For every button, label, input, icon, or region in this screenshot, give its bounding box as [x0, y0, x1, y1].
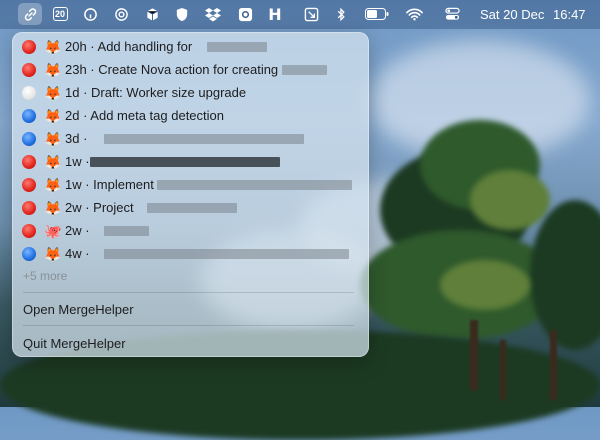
merge-request-item[interactable]: 🦊 2w · Project	[12, 197, 369, 219]
item-title: 1w · Implement	[65, 177, 154, 192]
redacted-text	[104, 249, 349, 259]
gear-icon[interactable]	[236, 5, 254, 23]
status-dot-blue	[22, 109, 36, 123]
link-icon[interactable]	[18, 3, 42, 25]
item-title: 2d · Add meta tag detection	[65, 108, 224, 123]
open-mergehelper-item[interactable]: Open MergeHelper	[23, 302, 134, 317]
redacted-text	[157, 180, 352, 190]
battery-icon[interactable]	[364, 5, 390, 23]
merge-request-item[interactable]: 🦊 4w ·	[12, 243, 369, 265]
shield-icon[interactable]	[173, 5, 191, 23]
menu-bar: 20 H Sat 20 Dec 16:47	[0, 0, 600, 29]
gitlab-fox-icon: 🦊	[44, 246, 62, 262]
more-items-label: +5 more	[23, 269, 68, 283]
item-title: 3d ·	[65, 131, 88, 146]
redacted-text	[90, 157, 280, 167]
openai-icon[interactable]	[112, 5, 130, 23]
merge-request-item[interactable]: 🦊 2d · Add meta tag detection	[12, 105, 369, 127]
gitlab-fox-icon: 🦊	[44, 131, 62, 147]
menu-separator	[23, 325, 354, 326]
gitlab-fox-icon: 🦊	[44, 200, 62, 216]
bluetooth-icon[interactable]	[332, 5, 350, 23]
menubar-time[interactable]: 16:47	[553, 7, 586, 22]
redacted-text	[147, 203, 237, 213]
item-title: 2w · Project	[65, 200, 134, 215]
calendar-day: 20	[52, 7, 68, 21]
status-dot-red	[22, 178, 36, 192]
calendar-icon[interactable]: 20	[51, 5, 69, 23]
finder-icon[interactable]	[81, 5, 99, 23]
merge-request-item[interactable]: 🦊 1d · Draft: Worker size upgrade	[12, 82, 369, 104]
arrow-icon[interactable]	[302, 5, 320, 23]
status-dot-red	[22, 201, 36, 215]
gitlab-fox-icon: 🦊	[44, 108, 62, 124]
dropbox-icon[interactable]	[204, 5, 222, 23]
gitlab-fox-icon: 🦊	[44, 177, 62, 193]
mergehelper-menu: 🦊 20h · Add handling for 🦊 23h · Create …	[12, 32, 369, 357]
gitlab-fox-icon: 🦊	[44, 85, 62, 101]
box-icon[interactable]	[143, 5, 161, 23]
redacted-text	[282, 65, 327, 75]
status-dot-blue	[22, 247, 36, 261]
item-title: 23h · Create Nova action for creating	[65, 62, 279, 77]
octopus-icon: 🐙	[44, 223, 62, 239]
redacted-text	[104, 226, 149, 236]
status-dot-red	[22, 224, 36, 238]
menu-separator	[23, 292, 354, 293]
item-title: 20h · Add handling for	[65, 39, 193, 54]
item-title: 4w ·	[65, 246, 90, 261]
status-dot-red	[22, 40, 36, 54]
menubar-date[interactable]: Sat 20 Dec	[480, 7, 544, 22]
h-icon[interactable]: H	[266, 5, 284, 24]
merge-request-item[interactable]: 🦊 23h · Create Nova action for creating	[12, 59, 369, 81]
gitlab-fox-icon: 🦊	[44, 39, 62, 55]
merge-request-item[interactable]: 🦊 20h · Add handling for	[12, 36, 369, 58]
gitlab-fox-icon: 🦊	[44, 62, 62, 78]
control-center-icon[interactable]	[443, 5, 461, 23]
wifi-icon[interactable]	[405, 5, 423, 23]
item-title: 2w ·	[65, 223, 90, 238]
merge-request-item[interactable]: 🦊 1w · Implement	[12, 174, 369, 196]
status-dot-red	[22, 155, 36, 169]
status-dot-blue	[22, 132, 36, 146]
redacted-text	[104, 134, 304, 144]
redacted-text	[207, 42, 267, 52]
merge-request-item[interactable]: 🐙 2w ·	[12, 220, 369, 242]
merge-request-item[interactable]: 🦊 3d ·	[12, 128, 369, 150]
merge-request-item[interactable]: 🦊 1w ·	[12, 151, 369, 173]
item-title: 1w ·	[65, 154, 90, 169]
status-dot-white	[22, 86, 36, 100]
status-dot-red	[22, 63, 36, 77]
item-title: 1d · Draft: Worker size upgrade	[65, 85, 247, 100]
gitlab-fox-icon: 🦊	[44, 154, 62, 170]
quit-mergehelper-item[interactable]: Quit MergeHelper	[23, 336, 126, 351]
